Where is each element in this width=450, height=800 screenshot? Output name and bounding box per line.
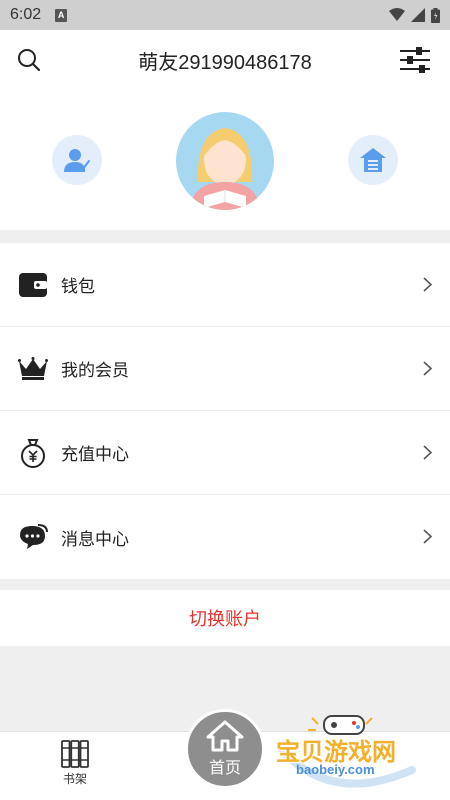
bookshelf-icon <box>61 740 89 768</box>
battery-icon <box>431 7 440 23</box>
page-title: 萌友291990486178 <box>138 51 312 74</box>
search-button[interactable] <box>11 42 47 78</box>
search-icon <box>18 49 41 72</box>
home-icon <box>360 148 386 172</box>
edit-profile-button[interactable] <box>52 135 102 185</box>
watermark: 宝贝游戏网 baobeiy.com <box>272 710 442 798</box>
tab-home[interactable]: 首页 <box>185 709 265 789</box>
chevron-right-icon <box>423 277 432 292</box>
chevron-right-icon <box>423 361 432 376</box>
watermark-url: baobeiy.com <box>296 762 375 777</box>
signal-icon <box>411 8 425 22</box>
avatar[interactable] <box>176 112 274 210</box>
tab-home-label: 首页 <box>208 758 241 777</box>
chevron-right-icon <box>423 529 432 544</box>
home-page-button[interactable] <box>348 135 398 185</box>
tab-bookshelf-label: 书架 <box>62 772 87 786</box>
switch-account-label: 切换账户 <box>189 609 261 630</box>
menu-item-label: 钱包 <box>61 277 95 297</box>
settings-button[interactable] <box>397 42 433 78</box>
menu-item-recharge[interactable]: 充值中心 <box>0 411 450 495</box>
girl-reading-avatar <box>190 128 260 210</box>
menu-item-messages[interactable]: 消息中心 <box>0 495 450 579</box>
edit-user-icon <box>64 149 90 172</box>
wallet-icon <box>18 270 48 300</box>
menu-item-label: 消息中心 <box>61 529 129 550</box>
chevron-right-icon <box>423 445 432 460</box>
profile-section <box>0 90 450 230</box>
menu-list: 钱包 我的会员 充值中心 消息中心 <box>0 243 450 579</box>
status-time: 6:02 <box>10 6 42 23</box>
sliders-icon <box>400 47 430 73</box>
menu-item-wallet[interactable]: 钱包 <box>0 243 450 327</box>
notification-icon: A <box>55 8 68 22</box>
home-icon <box>206 720 244 752</box>
chat-icon <box>18 522 48 552</box>
status-indicators <box>389 7 440 23</box>
wifi-icon <box>389 8 405 21</box>
crown-icon <box>18 354 48 384</box>
yuan-bag-icon <box>18 438 48 468</box>
tab-bookshelf[interactable]: 书架 <box>50 740 100 798</box>
status-bar: 6:02 A <box>0 0 450 30</box>
switch-account-button[interactable]: 切换账户 <box>0 590 450 646</box>
menu-item-membership[interactable]: 我的会员 <box>0 327 450 411</box>
header: 萌友291990486178 <box>0 30 450 90</box>
menu-item-label: 充值中心 <box>61 445 129 465</box>
menu-item-label: 我的会员 <box>61 361 129 381</box>
